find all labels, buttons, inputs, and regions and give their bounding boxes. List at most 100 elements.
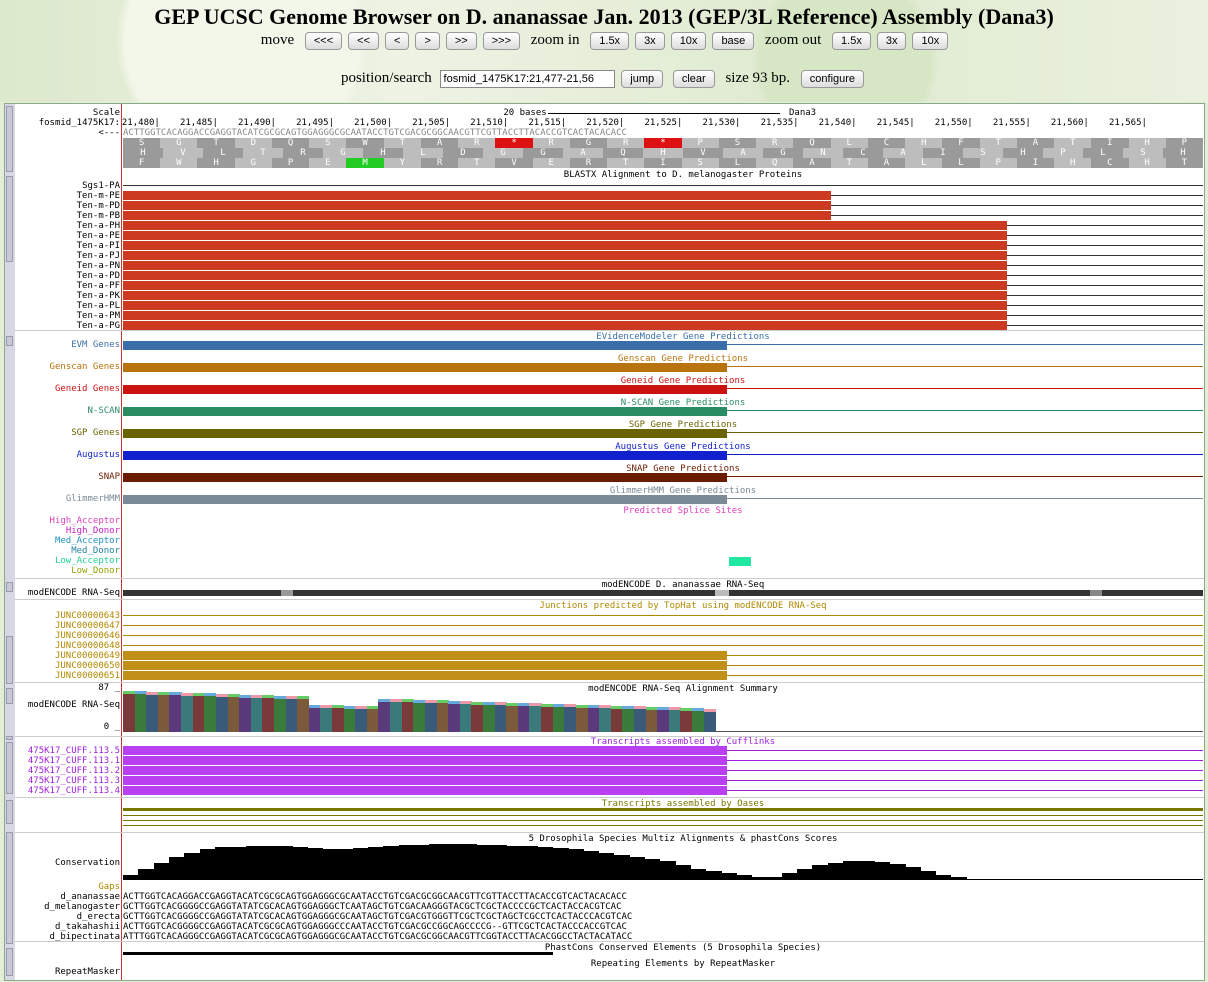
conservation-peak[interactable] <box>490 845 508 879</box>
conservation-peak[interactable] <box>827 863 845 879</box>
summary-bar-top[interactable] <box>703 708 716 712</box>
summary-bar[interactable] <box>645 709 658 732</box>
summary-bar[interactable] <box>541 706 554 732</box>
summary-bar[interactable] <box>157 695 170 732</box>
blastx-block[interactable] <box>123 221 1007 230</box>
conservation-peak[interactable] <box>842 861 860 879</box>
summary-bar[interactable] <box>587 708 600 732</box>
gene-model[interactable] <box>123 341 727 350</box>
blastx-block[interactable] <box>123 301 1007 310</box>
summary-bar-top[interactable] <box>506 702 519 706</box>
summary-bar-top[interactable] <box>285 695 298 699</box>
summary-bar[interactable] <box>239 697 252 732</box>
summary-bar-top[interactable] <box>297 696 310 700</box>
summary-bar-top[interactable] <box>192 693 205 697</box>
blastx-block[interactable] <box>123 211 831 220</box>
summary-bar-top[interactable] <box>610 705 623 709</box>
conservation-peak[interactable] <box>919 871 937 879</box>
summary-bar[interactable] <box>355 709 368 732</box>
zoom-in-button-1[interactable]: 3x <box>635 32 665 50</box>
conservation-peak[interactable] <box>230 847 247 879</box>
summary-bar[interactable] <box>169 695 182 732</box>
summary-bar[interactable] <box>622 709 635 732</box>
cuff-block[interactable] <box>123 786 727 795</box>
conservation-peak[interactable] <box>444 844 462 879</box>
summary-bar[interactable] <box>564 707 577 732</box>
conservation-peak[interactable] <box>306 848 324 879</box>
conservation-peak[interactable] <box>674 865 692 879</box>
summary-bar-top[interactable] <box>541 703 554 707</box>
summary-bar[interactable] <box>134 694 147 732</box>
blastx-block[interactable] <box>123 201 831 210</box>
summary-bar-top[interactable] <box>575 704 588 708</box>
summary-bar-top[interactable] <box>204 693 217 697</box>
blastx-block[interactable] <box>123 291 1007 300</box>
summary-bar[interactable] <box>703 711 716 732</box>
move-button-2[interactable]: < <box>385 32 410 50</box>
configure-button[interactable]: configure <box>800 70 865 88</box>
summary-bar-top[interactable] <box>483 701 496 705</box>
move-button-3[interactable]: > <box>415 32 440 50</box>
summary-bar-top[interactable] <box>366 706 379 710</box>
side-button-7[interactable] <box>6 742 13 794</box>
cuff-block[interactable] <box>123 746 727 755</box>
blastx-block[interactable] <box>123 241 1007 250</box>
summary-bar-top[interactable] <box>633 706 647 710</box>
conservation-peak[interactable] <box>873 862 891 879</box>
rnaseq-density-light[interactable] <box>1090 590 1102 596</box>
conservation-peak[interactable] <box>168 857 186 879</box>
conservation-peak[interactable] <box>521 846 538 879</box>
summary-bar[interactable] <box>448 703 461 732</box>
summary-bar-top[interactable] <box>599 705 612 709</box>
summary-bar-top[interactable] <box>401 699 414 703</box>
summary-bar[interactable] <box>204 696 217 732</box>
summary-bar[interactable] <box>123 694 136 732</box>
low-acceptor-site[interactable] <box>729 557 751 566</box>
summary-bar[interactable] <box>262 698 275 732</box>
gene-model[interactable] <box>123 407 727 416</box>
conservation-peak[interactable] <box>505 846 523 879</box>
summary-bar-top[interactable] <box>134 691 147 695</box>
cuff-block[interactable] <box>123 776 727 785</box>
conservation-peak[interactable] <box>429 844 446 879</box>
clear-button[interactable]: clear <box>672 70 715 88</box>
gene-model[interactable] <box>123 363 727 372</box>
oases-block[interactable] <box>123 808 1203 810</box>
summary-bar-top[interactable] <box>273 695 287 699</box>
summary-bar[interactable] <box>517 705 530 732</box>
summary-bar[interactable] <box>146 694 159 732</box>
side-button-8[interactable] <box>6 800 13 824</box>
summary-bar-top[interactable] <box>181 692 194 696</box>
jump-button[interactable]: jump <box>621 70 664 88</box>
blastx-block[interactable] <box>123 231 1007 240</box>
summary-bar-top[interactable] <box>239 694 252 698</box>
zoom-out-button-1[interactable]: 3x <box>876 32 907 50</box>
summary-bar-top[interactable] <box>378 698 391 702</box>
side-button-1[interactable] <box>6 176 13 262</box>
summary-bar-top[interactable] <box>668 707 681 711</box>
summary-bar-top[interactable] <box>436 700 449 704</box>
summary-bar[interactable] <box>575 707 588 732</box>
gene-model[interactable] <box>123 429 727 438</box>
summary-bar[interactable] <box>483 704 496 732</box>
summary-bar[interactable] <box>390 702 403 732</box>
summary-bar-top[interactable] <box>587 705 600 708</box>
summary-bar[interactable] <box>192 696 205 732</box>
conservation-peak[interactable] <box>245 846 263 879</box>
summary-bar-top[interactable] <box>552 703 565 707</box>
summary-bar[interactable] <box>692 711 705 732</box>
summary-bar[interactable] <box>494 705 507 732</box>
summary-bar-top[interactable] <box>424 700 438 704</box>
summary-bar[interactable] <box>308 707 321 732</box>
summary-bar[interactable] <box>343 708 356 732</box>
conservation-peak[interactable] <box>414 845 431 879</box>
summary-bar-top[interactable] <box>215 693 228 697</box>
conservation-peak[interactable] <box>475 845 492 879</box>
move-button-1[interactable]: << <box>348 32 379 50</box>
side-button-9[interactable] <box>6 832 13 944</box>
summary-bar-top[interactable] <box>320 704 333 708</box>
summary-bar-top[interactable] <box>390 699 403 703</box>
blastx-block[interactable] <box>123 311 1007 320</box>
phast-element[interactable] <box>123 952 553 955</box>
gene-model[interactable] <box>123 495 727 504</box>
